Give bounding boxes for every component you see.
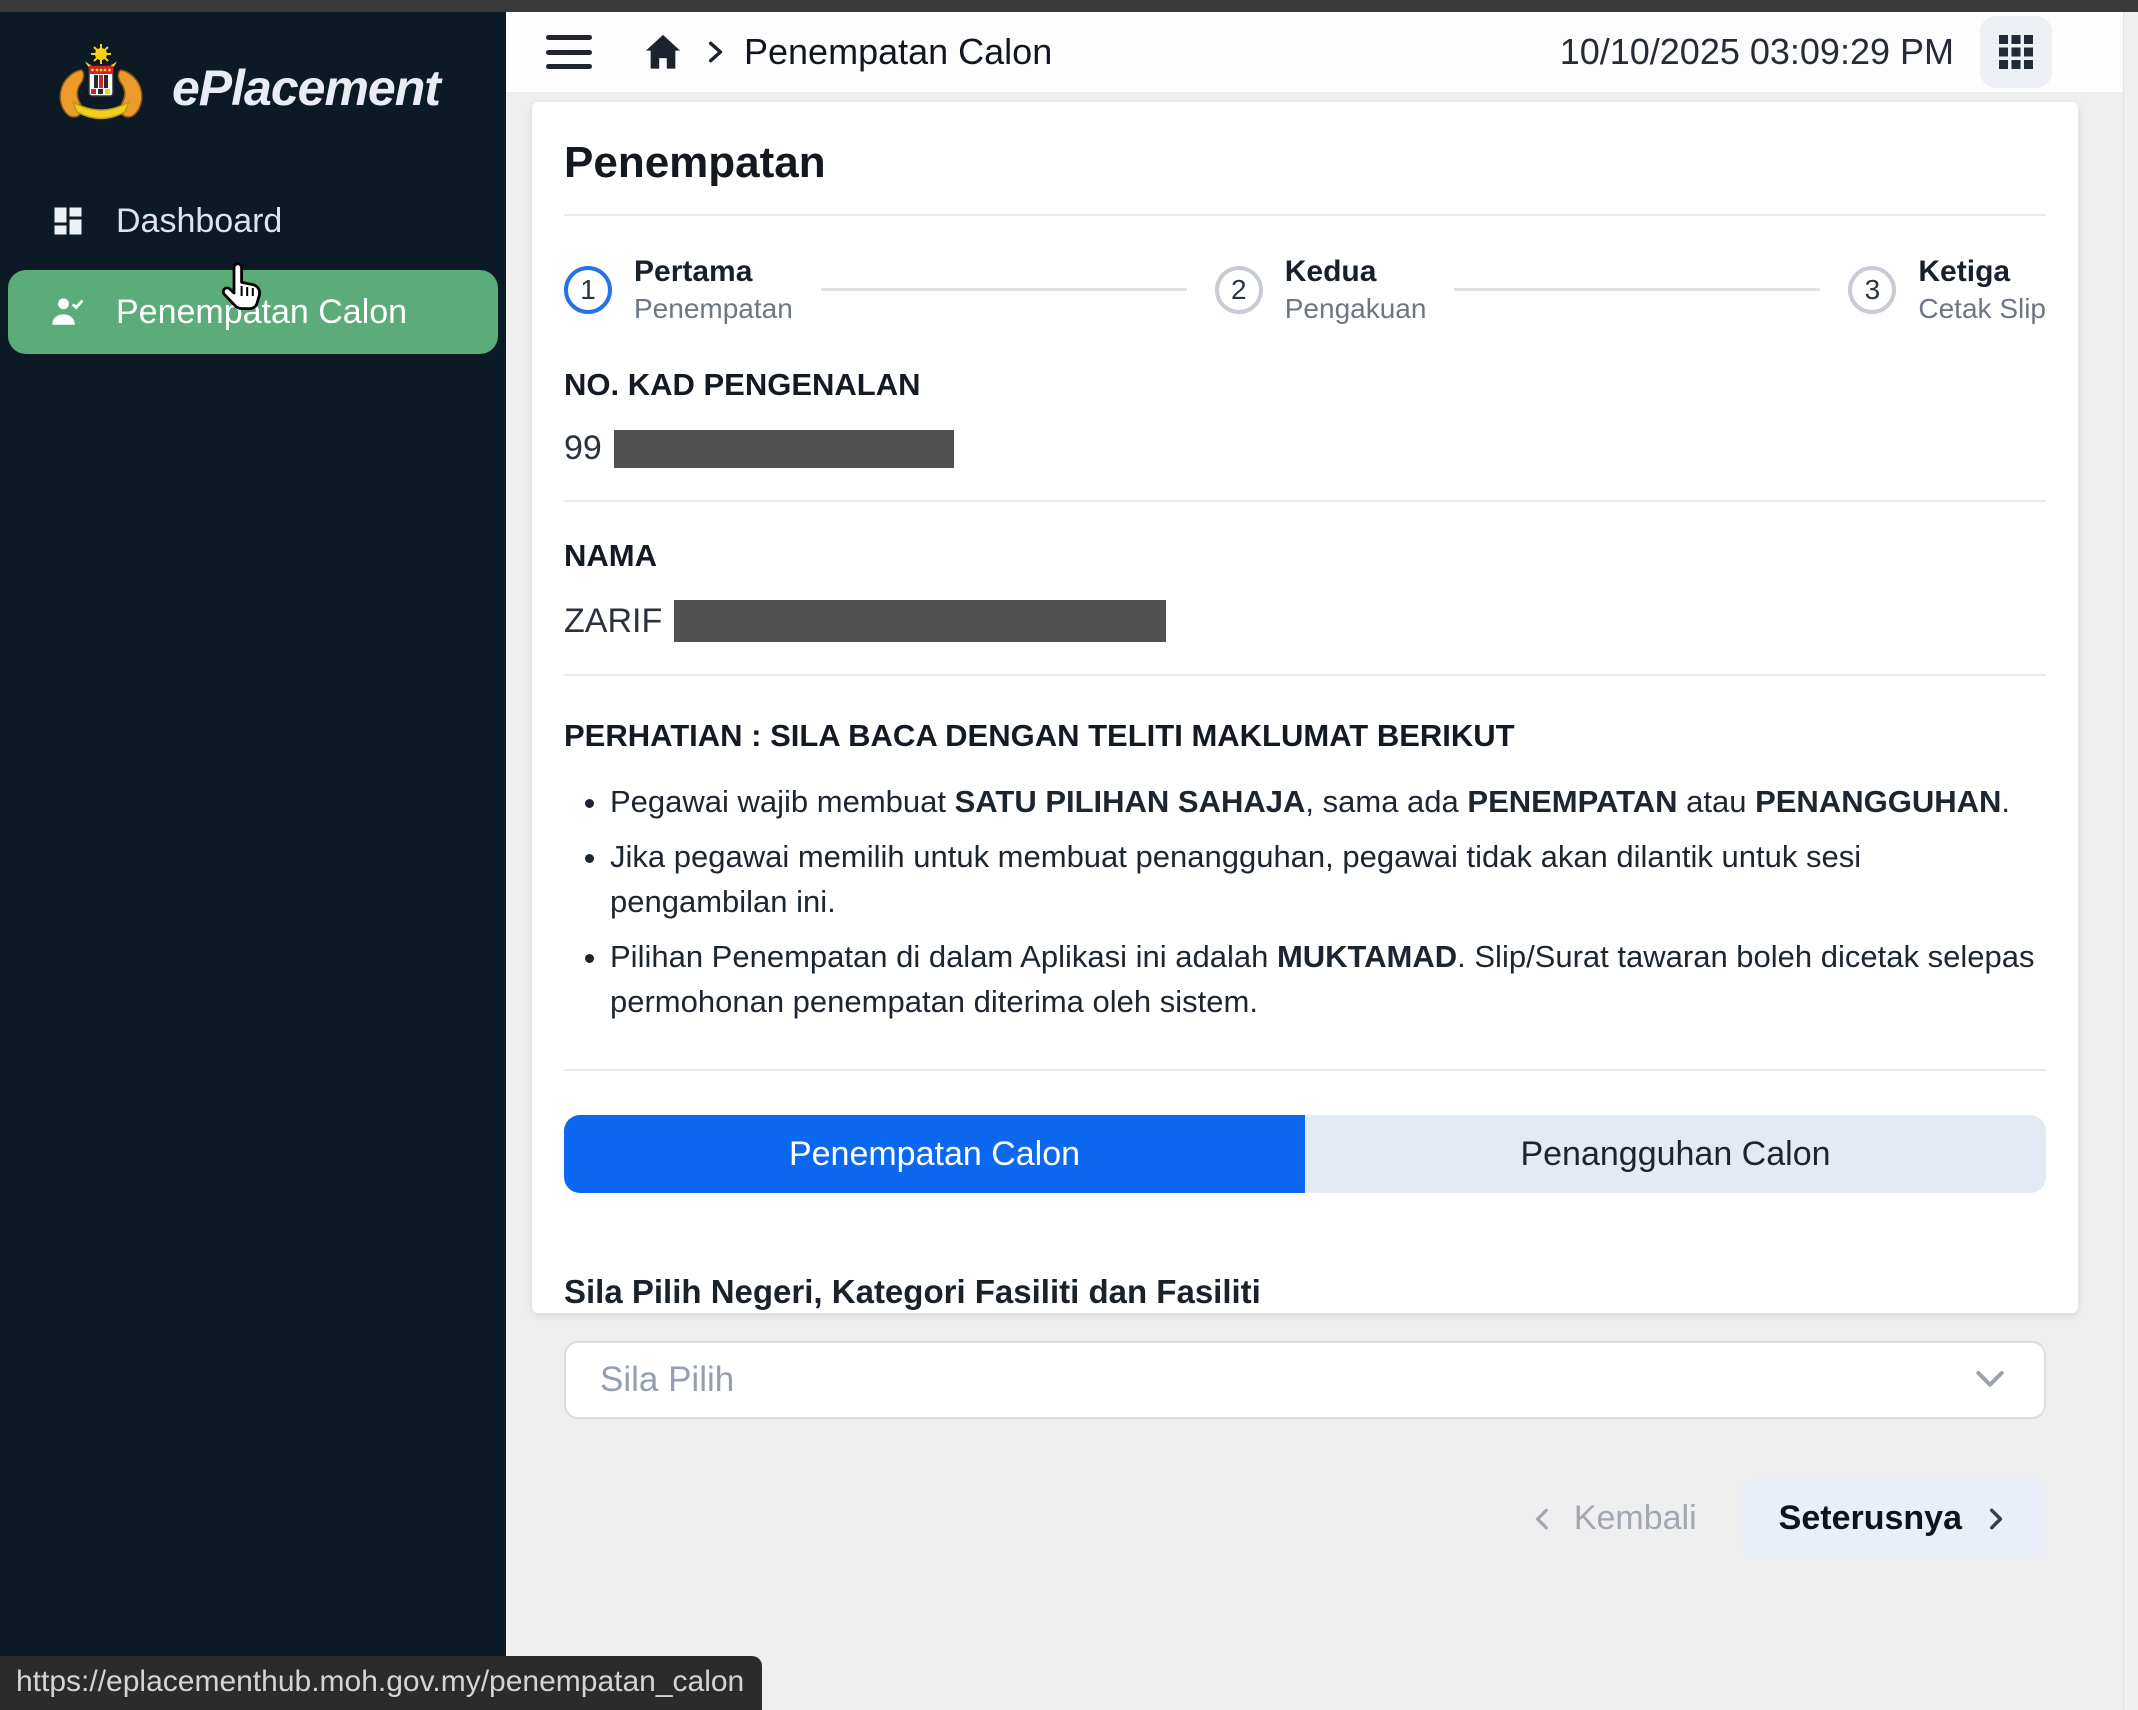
notice-list: Pegawai wajib membuat SATU PILIHAN SAHAJ…	[564, 780, 2046, 1025]
sidebar-item-label: Penempatan Calon	[116, 293, 407, 332]
sidebar-nav: Dashboard Penempatan Calon	[0, 186, 506, 354]
step-subtitle: Pengakuan	[1285, 291, 1427, 327]
next-button-label: Seterusnya	[1779, 1499, 1962, 1538]
apps-grid-icon	[1996, 32, 2036, 72]
chevron-left-icon	[1530, 1506, 1556, 1532]
main-card: Penempatan 1 Pertama Penempatan 2 Kedua …	[532, 102, 2078, 1313]
sidebar-item-label: Dashboard	[116, 202, 282, 241]
field-label-nama: NAMA	[564, 538, 2046, 574]
step-connector	[821, 288, 1187, 291]
step-circle: 3	[1848, 266, 1896, 314]
facility-select-label: Sila Pilih Negeri, Kategori Fasiliti dan…	[564, 1273, 2046, 1311]
step-circle: 1	[564, 266, 612, 314]
brand: ePlacement	[0, 0, 506, 134]
topbar: Penempatan Calon 10/10/2025 03:09:29 PM	[506, 12, 2124, 93]
field-value-no-kad-pengenalan: 99	[564, 429, 2046, 468]
sidebar-item-dashboard[interactable]: Dashboard	[0, 186, 506, 256]
field-visible-value: ZARIF	[564, 602, 662, 641]
notice-bullet: Jika pegawai memilih untuk membuat penan…	[610, 835, 2046, 925]
chevron-down-icon	[1970, 1358, 2010, 1403]
footer-actions: Kembali Seterusnya	[564, 1479, 2046, 1558]
malaysia-coat-of-arms-logo	[50, 42, 152, 134]
person-check-icon	[50, 294, 86, 330]
tab-penempatan-calon[interactable]: Penempatan Calon	[564, 1115, 1305, 1193]
step-ketiga: 3 Ketiga Cetak Slip	[1848, 252, 2046, 327]
divider	[564, 214, 2046, 216]
back-button[interactable]: Kembali	[1530, 1499, 1697, 1538]
step-connector	[1454, 288, 1820, 291]
vertical-scrollbar[interactable]	[2123, 12, 2138, 1710]
hamburger-menu-icon[interactable]	[546, 35, 592, 69]
datetime-display: 10/10/2025 03:09:29 PM	[1560, 31, 1954, 73]
step-subtitle: Penempatan	[634, 291, 793, 327]
topbar-right: 10/10/2025 03:09:29 PM	[1560, 16, 2052, 88]
step-title: Kedua	[1285, 252, 1427, 291]
back-button-label: Kembali	[1574, 1499, 1697, 1538]
step-subtitle: Cetak Slip	[1918, 291, 2046, 327]
redaction-bar	[674, 600, 1166, 642]
divider	[564, 500, 2046, 502]
field-visible-value: 99	[564, 429, 602, 468]
app-root: ePlacement Dashboard Penempatan Calon	[0, 0, 2138, 1710]
facility-select-placeholder: Sila Pilih	[600, 1360, 734, 1400]
step-kedua: 2 Kedua Pengakuan	[1215, 252, 1427, 327]
sidebar: ePlacement Dashboard Penempatan Calon	[0, 0, 506, 1710]
sidebar-item-penempatan-calon[interactable]: Penempatan Calon	[8, 270, 498, 354]
step-circle: 2	[1215, 266, 1263, 314]
dashboard-icon	[50, 203, 86, 239]
notice-heading: PERHATIAN : SILA BACA DENGAN TELITI MAKL…	[564, 718, 2046, 754]
step-pertama: 1 Pertama Penempatan	[564, 252, 793, 327]
brand-name: ePlacement	[172, 59, 440, 117]
redaction-bar	[614, 430, 954, 468]
notice-bullet: Pilihan Penempatan di dalam Aplikasi ini…	[610, 935, 2046, 1025]
field-value-nama: ZARIF	[564, 600, 2046, 642]
step-title: Ketiga	[1918, 252, 2046, 291]
choice-tabs: Penempatan Calon Penangguhan Calon	[564, 1115, 2046, 1193]
page-title: Penempatan	[564, 138, 2046, 188]
browser-chrome-strip	[0, 0, 2138, 12]
chevron-right-icon	[1982, 1506, 2008, 1532]
divider	[564, 674, 2046, 676]
breadcrumb-current-page: Penempatan Calon	[744, 31, 1052, 73]
notice-bullet: Pegawai wajib membuat SATU PILIHAN SAHAJ…	[610, 780, 2046, 825]
divider	[564, 1069, 2046, 1071]
field-label-no-kad-pengenalan: NO. KAD PENGENALAN	[564, 367, 2046, 403]
step-title: Pertama	[634, 252, 793, 291]
facility-select[interactable]: Sila Pilih	[564, 1341, 2046, 1419]
home-icon[interactable]	[644, 33, 682, 71]
chevron-right-icon	[702, 39, 728, 65]
wizard-stepper: 1 Pertama Penempatan 2 Kedua Pengakuan 3…	[564, 252, 2046, 327]
next-button[interactable]: Seterusnya	[1741, 1479, 2046, 1558]
apps-grid-button[interactable]	[1980, 16, 2052, 88]
tab-penangguhan-calon[interactable]: Penangguhan Calon	[1305, 1115, 2046, 1193]
status-url-tooltip: https://eplacementhub.moh.gov.my/penempa…	[0, 1656, 762, 1710]
